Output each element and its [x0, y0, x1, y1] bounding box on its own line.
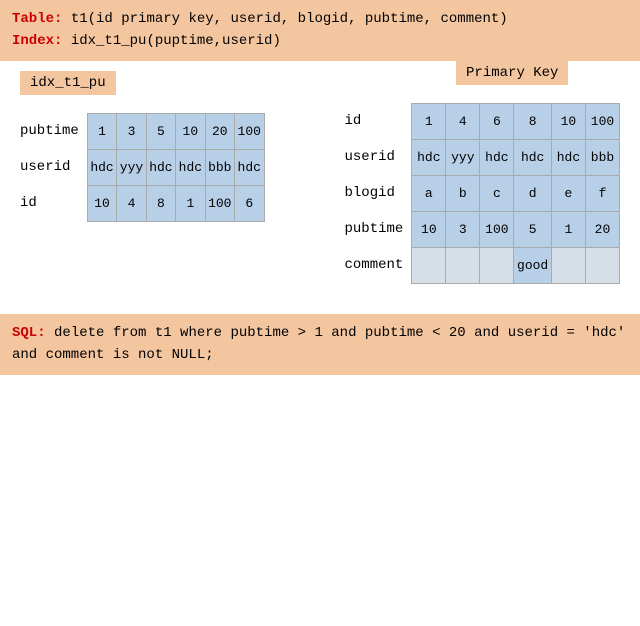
pk-table-cell: hdc [514, 139, 552, 175]
pk-row-label-userid: userid [345, 139, 412, 175]
pk-table-cell: bbb [585, 139, 619, 175]
table-label: Table: [12, 11, 62, 27]
left-row-label-id: id [20, 185, 87, 221]
pk-table-row: good [412, 247, 620, 283]
left-row-label-pubtime: pubtime [20, 113, 87, 149]
pk-table-row: abcdef [412, 175, 620, 211]
pk-table-cell: 20 [585, 211, 619, 247]
left-table-cell: 6 [235, 185, 265, 221]
pk-table-cell: 8 [514, 103, 552, 139]
table-def: t1(id primary key, userid, blogid, pubti… [71, 11, 508, 27]
pk-table-cell: 10 [412, 211, 446, 247]
pk-table-row: 146810100 [412, 103, 620, 139]
pk-table-cell [480, 247, 514, 283]
main-container: Table: t1(id primary key, userid, blogid… [0, 0, 640, 375]
pk-table-cell [551, 247, 585, 283]
left-block: idx_t1_pu pubtime userid id 1351020100hd… [20, 71, 265, 222]
pk-table-cell: yyy [446, 139, 480, 175]
pk-table-cell: 4 [446, 103, 480, 139]
left-table-cell: 100 [205, 185, 234, 221]
left-table-cell: hdc [176, 149, 205, 185]
pk-table-cell: good [514, 247, 552, 283]
pk-table-cell: 3 [446, 211, 480, 247]
pk-table-cell [446, 247, 480, 283]
pk-table-cell: 100 [480, 211, 514, 247]
index-tag-label: idx_t1_pu [20, 71, 116, 95]
pk-table-cell: hdc [551, 139, 585, 175]
pk-tag-label: Primary Key [456, 61, 568, 85]
pk-table-cell: a [412, 175, 446, 211]
left-table-cell: yyy [117, 149, 146, 185]
left-table-cell: 10 [87, 185, 116, 221]
pk-table-cell [412, 247, 446, 283]
index-label: Index: [12, 33, 62, 49]
left-table-cell: 4 [117, 185, 146, 221]
pk-table-cell: c [480, 175, 514, 211]
pk-table-cell: 1 [412, 103, 446, 139]
left-table-cell: 5 [146, 113, 175, 149]
pk-table-cell: hdc [412, 139, 446, 175]
pk-row-label-blogid: blogid [345, 175, 412, 211]
pk-table-cell: 6 [480, 103, 514, 139]
pk-row-labels: id userid blogid pubtime comment [345, 103, 412, 283]
pk-data-table: 146810100hdcyyyhdchdchdcbbbabcdef1031005… [411, 103, 620, 284]
header-box: Table: t1(id primary key, userid, blogid… [0, 0, 640, 61]
left-table-cell: bbb [205, 149, 234, 185]
left-table-cell: 8 [146, 185, 175, 221]
pk-table-cell: b [446, 175, 480, 211]
left-table-cell: hdc [87, 149, 116, 185]
pk-table-cell: 5 [514, 211, 552, 247]
right-block: Primary Key id userid blogid pubtime com… [345, 61, 621, 284]
pk-table-row: 1031005120 [412, 211, 620, 247]
left-table-cell: 20 [205, 113, 234, 149]
sql-text: delete from t1 where pubtime > 1 and pub… [12, 325, 625, 363]
left-table-cell: 10 [176, 113, 205, 149]
left-row-label-userid: userid [20, 149, 87, 185]
pk-table-cell: 100 [585, 103, 619, 139]
left-data-table: 1351020100hdcyyyhdchdcbbbhdc104811006 [87, 113, 265, 222]
left-table-cell: 1 [87, 113, 116, 149]
left-table-row: hdcyyyhdchdcbbbhdc [87, 149, 264, 185]
pk-table-row: hdcyyyhdchdchdcbbb [412, 139, 620, 175]
pk-table-cell [585, 247, 619, 283]
left-table-cell: 100 [235, 113, 265, 149]
pk-table-cell: d [514, 175, 552, 211]
pk-table-cell: e [551, 175, 585, 211]
pk-table-cell: 1 [551, 211, 585, 247]
pk-row-label-comment: comment [345, 247, 412, 283]
pk-table-cell: f [585, 175, 619, 211]
pk-row-label-pubtime: pubtime [345, 211, 412, 247]
pk-table-cell: 10 [551, 103, 585, 139]
left-table-row: 1351020100 [87, 113, 264, 149]
sql-label: SQL: [12, 325, 46, 341]
left-table-row: 104811006 [87, 185, 264, 221]
left-table-cell: 3 [117, 113, 146, 149]
index-def: idx_t1_pu(puptime,userid) [71, 33, 281, 49]
left-row-labels: pubtime userid id [20, 113, 87, 221]
pk-row-label-id: id [345, 103, 412, 139]
pk-table-cell: hdc [480, 139, 514, 175]
sql-box: SQL: delete from t1 where pubtime > 1 an… [0, 314, 640, 375]
left-table-cell: hdc [235, 149, 265, 185]
left-table-cell: 1 [176, 185, 205, 221]
left-table-cell: hdc [146, 149, 175, 185]
